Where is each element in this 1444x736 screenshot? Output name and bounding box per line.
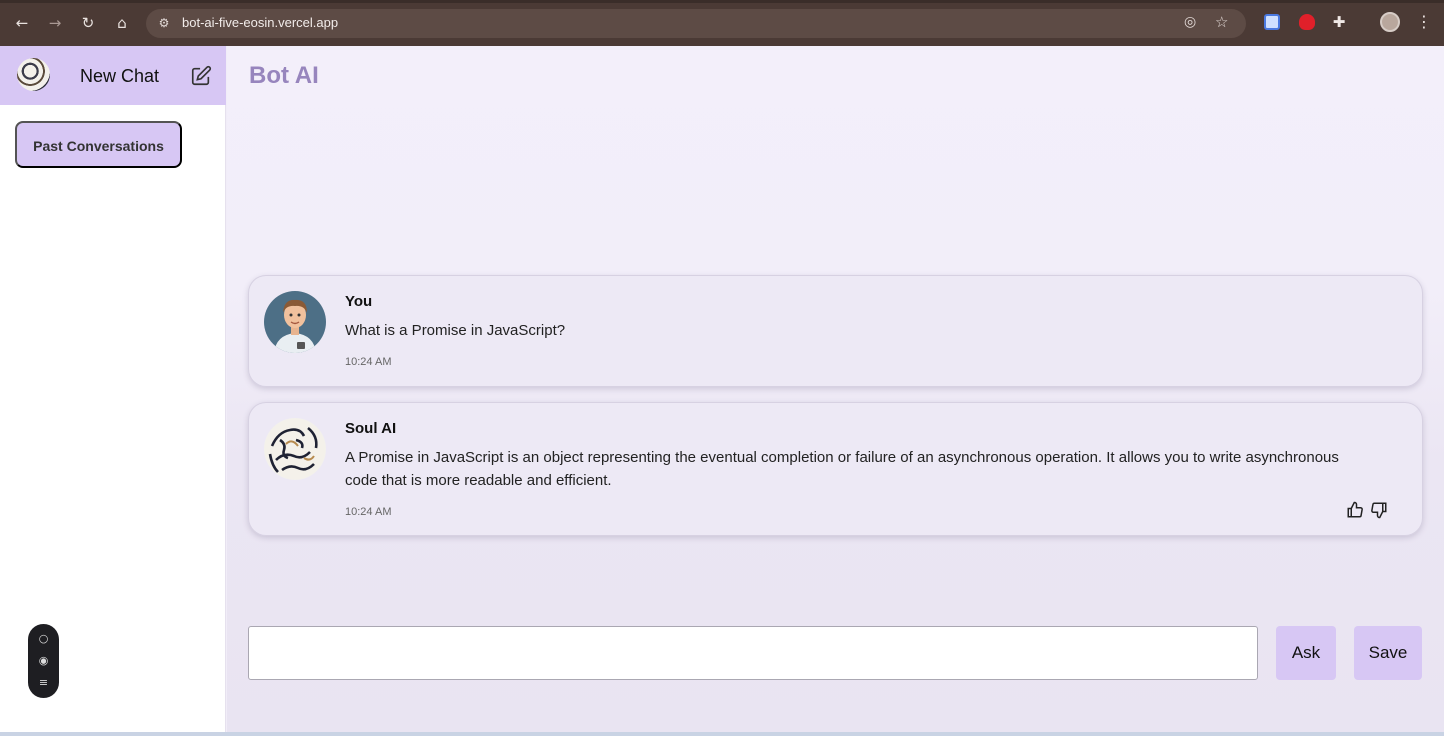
chat-bubble-icon[interactable]: ○: [36, 631, 51, 646]
browser-tab-strip: [0, 0, 1444, 3]
extension-icon[interactable]: [1299, 14, 1315, 30]
message-sender: You: [345, 293, 373, 310]
url-text: bot-ai-five-eosin.vercel.app: [182, 15, 339, 30]
ask-button[interactable]: Ask: [1276, 626, 1336, 680]
message-timestamp: 10:24 AM: [345, 356, 392, 368]
back-icon[interactable]: ←: [12, 13, 32, 33]
home-icon[interactable]: ⌂: [112, 13, 132, 33]
bot-avatar-illustration: [265, 419, 325, 479]
bot-logo: [17, 58, 50, 91]
message-sender: Soul AI: [345, 420, 397, 437]
bookmark-star-icon[interactable]: ☆: [1215, 13, 1228, 31]
user-avatar: [264, 291, 326, 353]
extensions-puzzle-icon[interactable]: ✚: [1331, 14, 1347, 30]
forward-icon[interactable]: →: [45, 13, 65, 33]
thumbs-up-icon[interactable]: [1346, 501, 1364, 519]
new-chat-label[interactable]: New Chat: [80, 66, 159, 87]
message-timestamp: 10:24 AM: [345, 506, 392, 518]
user-avatar-illustration: [274, 299, 316, 353]
new-chat-header[interactable]: New Chat: [0, 46, 226, 105]
chat-main: Bot AI You What is a Promise in JavaScri…: [227, 46, 1444, 736]
bot-message-card: Soul AI A Promise in JavaScript is an ob…: [248, 402, 1423, 536]
eye-off-icon[interactable]: ◎: [1184, 14, 1196, 30]
site-settings-icon[interactable]: ⚙: [156, 15, 172, 31]
floating-toolbar: ○ ◉ ≡: [28, 624, 59, 698]
message-input[interactable]: [248, 626, 1258, 680]
message-text: What is a Promise in JavaScript?: [345, 322, 566, 339]
sidebar: New Chat Past Conversations ○ ◉ ≡: [0, 46, 226, 736]
reload-icon[interactable]: ↻: [78, 13, 98, 33]
thumbs-down-icon[interactable]: [1370, 501, 1388, 519]
bot-avatar: [264, 418, 326, 480]
save-button[interactable]: Save: [1354, 626, 1422, 680]
edit-icon[interactable]: [190, 65, 212, 87]
browser-toolbar: ← → ↻ ⌂ ⚙ bot-ai-five-eosin.vercel.app ◎…: [0, 0, 1444, 46]
user-message-card: You What is a Promise in JavaScript? 10:…: [248, 275, 1423, 387]
window-bottom-edge: [0, 732, 1444, 736]
extension-icon[interactable]: [1264, 14, 1280, 30]
past-conversations-button[interactable]: Past Conversations: [15, 121, 182, 168]
page-title: Bot AI: [249, 62, 319, 89]
message-text: A Promise in JavaScript is an object rep…: [345, 449, 1339, 489]
sliders-icon[interactable]: ≡: [36, 675, 51, 690]
address-bar[interactable]: ⚙ bot-ai-five-eosin.vercel.app ◎ ☆: [146, 9, 1246, 38]
browser-menu-icon[interactable]: ⋮: [1416, 12, 1432, 31]
profile-avatar[interactable]: [1380, 12, 1400, 32]
eye-icon[interactable]: ◉: [36, 653, 51, 668]
